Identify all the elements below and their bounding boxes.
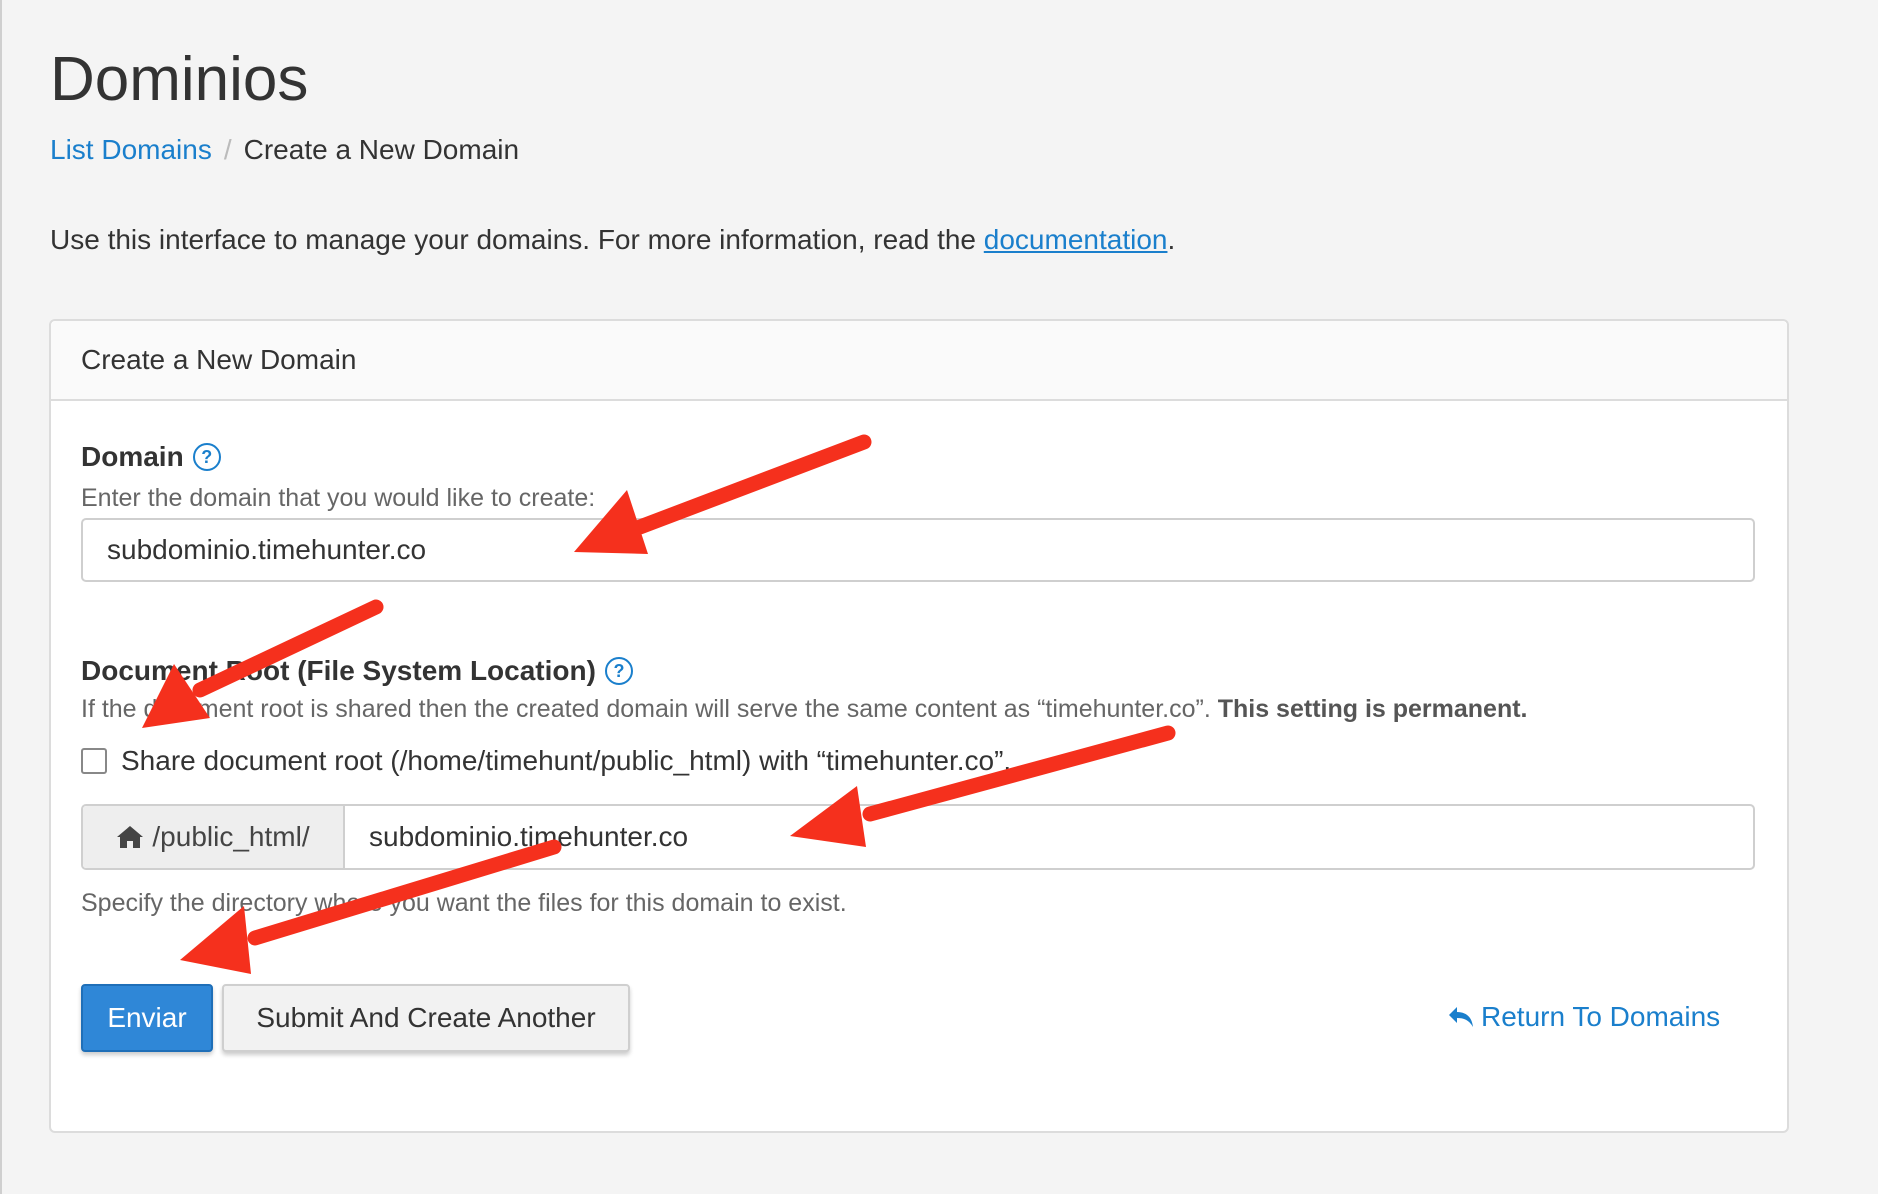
document-root-input[interactable]: subdominio.timehunter.co [345,806,1753,868]
breadcrumb-list-domains-link[interactable]: List Domains [50,134,212,166]
documentation-link[interactable]: documentation [984,224,1168,255]
create-domain-panel: Create a New Domain Domain ? Enter the d… [49,319,1789,1133]
return-to-domains-link[interactable]: Return To Domains [1447,1001,1720,1033]
question-circle-icon[interactable]: ? [604,657,633,685]
domain-input[interactable] [81,518,1755,582]
home-icon [117,826,144,848]
document-root-description: If the document root is shared then the … [81,695,1528,724]
left-border [0,0,2,1194]
breadcrumb-current: Create a New Domain [243,134,520,165]
share-document-root-row[interactable]: Share document root (/home/timehunt/publ… [81,745,1011,777]
document-root-prefix-text: /public_html/ [152,821,310,852]
domain-label: Domain [81,441,184,472]
document-root-label: Document Root (File System Location) [81,655,596,686]
breadcrumb-separator: / [223,134,232,165]
share-document-root-checkbox[interactable] [81,748,107,774]
intro-text-body: Use this interface to manage your domain… [50,224,984,255]
document-root-label-row: Document Root (File System Location) ? [81,655,633,687]
return-to-domains-label: Return To Domains [1481,1001,1721,1032]
breadcrumb: List Domains / Create a New Domain [50,134,519,166]
panel-header: Create a New Domain [51,321,1787,401]
permanent-setting-note: This setting is permanent. [1217,695,1528,723]
document-root-prefix: /public_html/ [83,806,345,868]
question-circle-icon[interactable]: ? [192,443,221,471]
domain-label-row: Domain ? [81,441,221,473]
document-root-help-text: Specify the directory where you want the… [81,889,847,917]
reply-arrow-icon [1449,1007,1473,1027]
submit-button[interactable]: Enviar [81,984,213,1052]
intro-text: Use this interface to manage your domain… [50,224,1175,256]
intro-suffix: . [1167,224,1176,255]
page-title: Dominios [50,45,309,114]
domain-description: Enter the domain that you would like to … [81,484,596,512]
document-root-description-text: If the document root is shared then the … [81,695,1218,723]
share-document-root-label: Share document root (/home/timehunt/publ… [121,745,1012,776]
submit-and-create-another-button[interactable]: Submit And Create Another [222,984,630,1052]
document-root-input-group: /public_html/ subdominio.timehunter.co [81,804,1755,870]
